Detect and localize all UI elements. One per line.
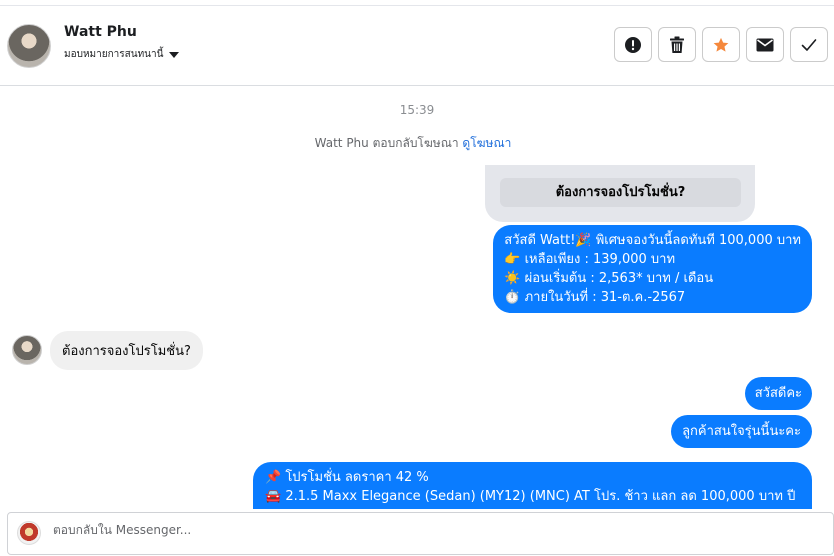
composer — [0, 509, 834, 556]
greeting-line: สวัสดี Watt!🎉 พิเศษจองวันนี้ลดทันที 100,… — [504, 233, 801, 248]
greeting-line: ☀️ ผ่อนเริ่มต้น : 2,563* บาท / เดือน — [504, 271, 714, 286]
ad-card: ต้องการจองโปรโมชั่น? — [485, 165, 755, 222]
ad-reply-notice: Watt Phu ตอบกลับโฆษณา ดูโฆษณา — [0, 134, 826, 153]
message-thread[interactable]: 15:39 Watt Phu ตอบกลับโฆษณา ดูโฆษณา ต้อง… — [0, 87, 834, 509]
reply-interest-message: ลูกค้าสนใจรุ่นนี้นะคะ — [671, 415, 812, 448]
greeting-line: ⏱️ ภายในวันที่ : 31-ต.ค.-2567 — [504, 290, 686, 305]
mark-spam-button[interactable] — [614, 27, 652, 62]
caret-down-icon — [169, 51, 180, 58]
mark-unread-button[interactable] — [746, 27, 784, 62]
delete-button[interactable] — [658, 27, 696, 62]
promo-line: 📌 โปรโมชั่น ลดราคา 42 % — [265, 470, 429, 485]
page-avatar — [17, 521, 41, 545]
star-icon — [713, 37, 729, 52]
composer-box — [7, 512, 834, 555]
header-actions — [614, 27, 828, 62]
customer-message: ต้องการจองโปรโมชั่น? — [50, 331, 203, 370]
view-ad-link[interactable]: ดูโฆษณา — [462, 136, 511, 150]
assign-conversation-dropdown[interactable]: มอบหมายการสนทนานี้ — [64, 47, 180, 62]
contact-name[interactable]: Watt Phu — [64, 24, 137, 40]
exclamation-icon — [625, 36, 641, 53]
trash-icon — [670, 36, 684, 53]
reply-input[interactable] — [53, 523, 753, 537]
follow-up-star-button[interactable] — [702, 27, 740, 62]
envelope-icon — [756, 38, 774, 51]
promo-message: 📌 โปรโมชั่น ลดราคา 42 % 🚘 2.1.5 Maxx Ele… — [253, 462, 812, 509]
message-timestamp: 15:39 — [399, 103, 435, 117]
messenger-inbox: Watt Phu มอบหมายการสนทนานี้ 15:39 Watt P… — [0, 0, 834, 556]
greeting-line: 👉 เหลือเพียง : 139,000 บาท — [504, 252, 676, 267]
mark-done-button[interactable] — [790, 27, 828, 62]
reply-hello-message: สวัสดีคะ — [744, 377, 812, 410]
conversation-header: Watt Phu มอบหมายการสนทนานี้ — [0, 6, 834, 86]
ad-reply-text: Watt Phu ตอบกลับโฆษณา — [314, 136, 459, 150]
assign-label: มอบหมายการสนทนานี้ — [64, 49, 164, 60]
contact-avatar[interactable] — [7, 24, 51, 68]
promo-line: 🚘 2.1.5 Maxx Elegance (Sedan) (MY12) (MN… — [265, 489, 796, 504]
sender-avatar — [12, 335, 42, 365]
checkmark-icon — [801, 38, 817, 51]
greeting-message: สวัสดี Watt!🎉 พิเศษจองวันนี้ลดทันที 100,… — [493, 225, 812, 313]
ad-question-button[interactable]: ต้องการจองโปรโมชั่น? — [500, 178, 741, 207]
